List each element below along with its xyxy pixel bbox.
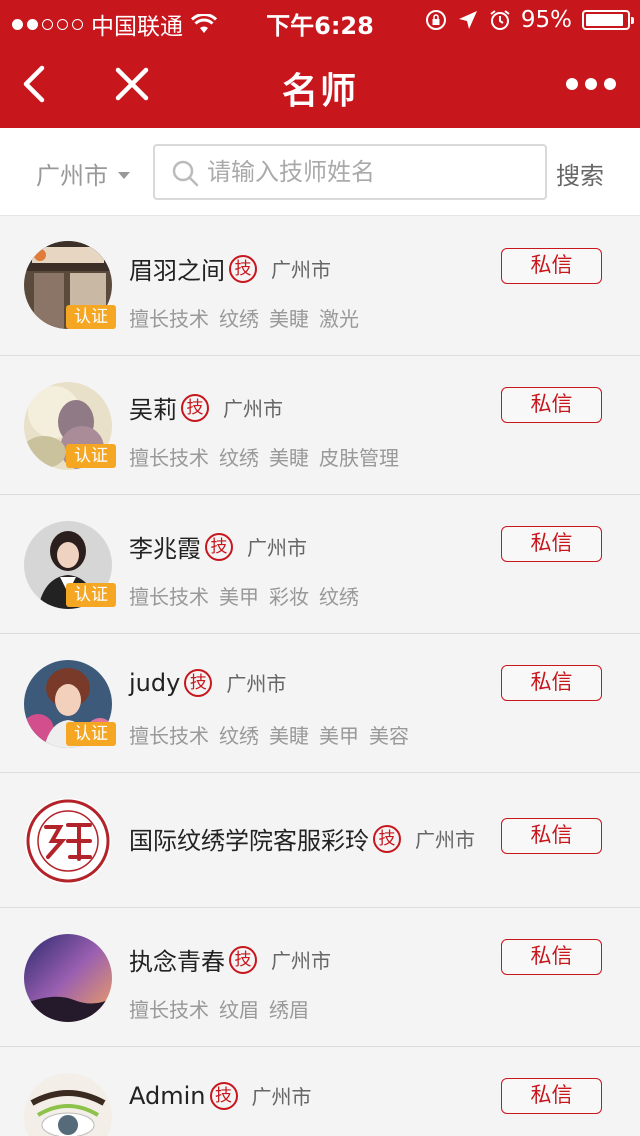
skills: 擅长技术 纹绣 美睫 激光 xyxy=(129,303,359,332)
skill-label: 擅长技术 xyxy=(129,724,209,748)
list-item[interactable]: 认证 judy 技 广州市 擅长技术 纹绣 美睫 美甲 美容 私信 xyxy=(0,634,640,773)
list-item[interactable]: 认证 李兆霞 技 广州市 擅长技术 美甲 彩妆 纹绣 私信 xyxy=(0,495,640,634)
message-button[interactable]: 私信 xyxy=(501,526,602,562)
teacher-city: 广州市 xyxy=(226,672,287,696)
technician-tag: 技 xyxy=(209,1081,238,1110)
list-item[interactable]: 认证 吴莉 技 广州市 擅长技术 纹绣 美睫 皮肤管理 私信 xyxy=(0,356,640,495)
technician-tag: 技 xyxy=(184,668,213,697)
skills: 擅长技术 美甲 彩妆 纹绣 xyxy=(129,581,359,610)
search-box xyxy=(153,144,547,200)
screen: 中国联通 下午6:28 95% 名师 广州市 请输入技师姓名 搜索 认证 眉羽之… xyxy=(0,0,640,1136)
message-button[interactable]: 私信 xyxy=(501,818,602,854)
skill: 美甲 xyxy=(219,585,259,609)
teacher-city: 广州市 xyxy=(415,828,475,852)
avatar[interactable] xyxy=(24,1073,112,1136)
message-button[interactable]: 私信 xyxy=(501,248,602,284)
teacher-city: 广州市 xyxy=(223,397,283,421)
name-row: 国际纹绣学院客服彩玲 技 广州市 xyxy=(129,821,475,856)
teacher-list: 认证 眉羽之间 技 广州市 擅长技术 纹绣 美睫 激光 私信 认证 吴莉 技 广… xyxy=(0,217,640,1136)
skill: 纹绣 xyxy=(219,724,259,748)
search-icon xyxy=(172,160,199,187)
teacher-city: 广州市 xyxy=(247,536,307,560)
technician-tag: 技 xyxy=(229,254,257,283)
skill: 皮肤管理 xyxy=(319,446,399,470)
teacher-city: 广州市 xyxy=(271,258,331,282)
list-item[interactable]: 国际纹绣学院客服彩玲 技 广州市 私信 xyxy=(0,773,640,908)
city-select[interactable]: 广州市 xyxy=(36,156,130,191)
skill-label: 擅长技术 xyxy=(129,446,209,470)
skill: 彩妆 xyxy=(269,585,309,609)
alarm-icon xyxy=(490,10,510,30)
skill-label: 擅长技术 xyxy=(129,585,209,609)
skill: 纹绣 xyxy=(319,585,359,609)
message-button[interactable]: 私信 xyxy=(501,665,602,701)
skill-label: 擅长技术 xyxy=(129,998,209,1022)
technician-tag: 技 xyxy=(373,824,401,853)
status-right: 95% xyxy=(425,7,634,33)
teacher-city: 广州市 xyxy=(251,1085,312,1109)
college-seal-logo xyxy=(25,798,111,884)
message-button[interactable]: 私信 xyxy=(501,939,602,975)
skills: 擅长技术 纹眉 绣眉 xyxy=(129,994,309,1023)
city-select-label: 广州市 xyxy=(36,162,108,190)
name-row: 吴莉 技 广州市 xyxy=(129,390,283,425)
skill: 美睫 xyxy=(269,307,309,331)
skill: 美容 xyxy=(369,724,409,748)
technician-tag: 技 xyxy=(181,393,209,422)
certified-badge: 认证 xyxy=(66,722,116,746)
technician-tag: 技 xyxy=(229,945,257,974)
caret-down-icon xyxy=(118,172,130,179)
skills: 擅长技术 纹绣 美睫 美甲 美容 xyxy=(129,720,409,749)
certified-badge: 认证 xyxy=(66,583,116,607)
top-bar: 中国联通 下午6:28 95% 名师 xyxy=(0,0,640,128)
nav-bar: 名师 xyxy=(0,40,640,128)
name-row: 李兆霞 技 广州市 xyxy=(129,529,307,564)
status-bar: 中国联通 下午6:28 95% xyxy=(0,0,640,40)
name-row: 执念青春 技 广州市 xyxy=(129,942,331,977)
skills: 擅长技术 纹绣 美睫 皮肤管理 xyxy=(129,442,399,471)
list-item[interactable]: Admin 技 广州市 私信 xyxy=(0,1047,640,1136)
name-row: judy 技 广州市 xyxy=(129,668,286,697)
teacher-name: 李兆霞 xyxy=(129,535,201,563)
skill-label: 擅长技术 xyxy=(129,307,209,331)
list-item[interactable]: 执念青春 技 广州市 擅长技术 纹眉 绣眉 私信 xyxy=(0,908,640,1047)
skill: 激光 xyxy=(319,307,359,331)
battery-icon xyxy=(582,10,634,30)
search-bar: 广州市 搜索 xyxy=(0,128,640,216)
location-icon xyxy=(458,11,477,29)
search-input[interactable] xyxy=(207,154,537,190)
battery-percent: 95% xyxy=(520,7,572,33)
skill: 纹绣 xyxy=(219,307,259,331)
teacher-name: judy xyxy=(129,668,181,697)
teacher-city: 广州市 xyxy=(271,949,331,973)
teacher-name: 国际纹绣学院客服彩玲 xyxy=(129,827,369,855)
skill: 纹眉 xyxy=(219,998,259,1022)
name-row: 眉羽之间 技 广州市 xyxy=(129,251,331,286)
message-button[interactable]: 私信 xyxy=(501,1078,602,1114)
rotation-lock-icon xyxy=(425,10,446,30)
search-button[interactable]: 搜索 xyxy=(556,156,604,191)
more-dots-icon[interactable] xyxy=(566,74,616,94)
skill: 纹绣 xyxy=(219,446,259,470)
skill: 美睫 xyxy=(269,724,309,748)
list-item[interactable]: 认证 眉羽之间 技 广州市 擅长技术 纹绣 美睫 激光 私信 xyxy=(0,217,640,356)
avatar[interactable] xyxy=(24,934,112,1022)
technician-tag: 技 xyxy=(205,532,233,561)
message-button[interactable]: 私信 xyxy=(501,387,602,423)
certified-badge: 认证 xyxy=(66,305,116,329)
teacher-name: 眉羽之间 xyxy=(129,257,225,285)
skill: 美甲 xyxy=(319,724,359,748)
skill: 美睫 xyxy=(269,446,309,470)
page-title: 名师 xyxy=(281,71,358,112)
avatar[interactable] xyxy=(24,797,112,885)
teacher-name: 吴莉 xyxy=(129,396,177,424)
teacher-name: 执念青春 xyxy=(129,948,225,976)
name-row: Admin 技 广州市 xyxy=(129,1081,312,1110)
skill: 绣眉 xyxy=(269,998,309,1022)
teacher-name: Admin xyxy=(129,1081,206,1110)
certified-badge: 认证 xyxy=(66,444,116,468)
